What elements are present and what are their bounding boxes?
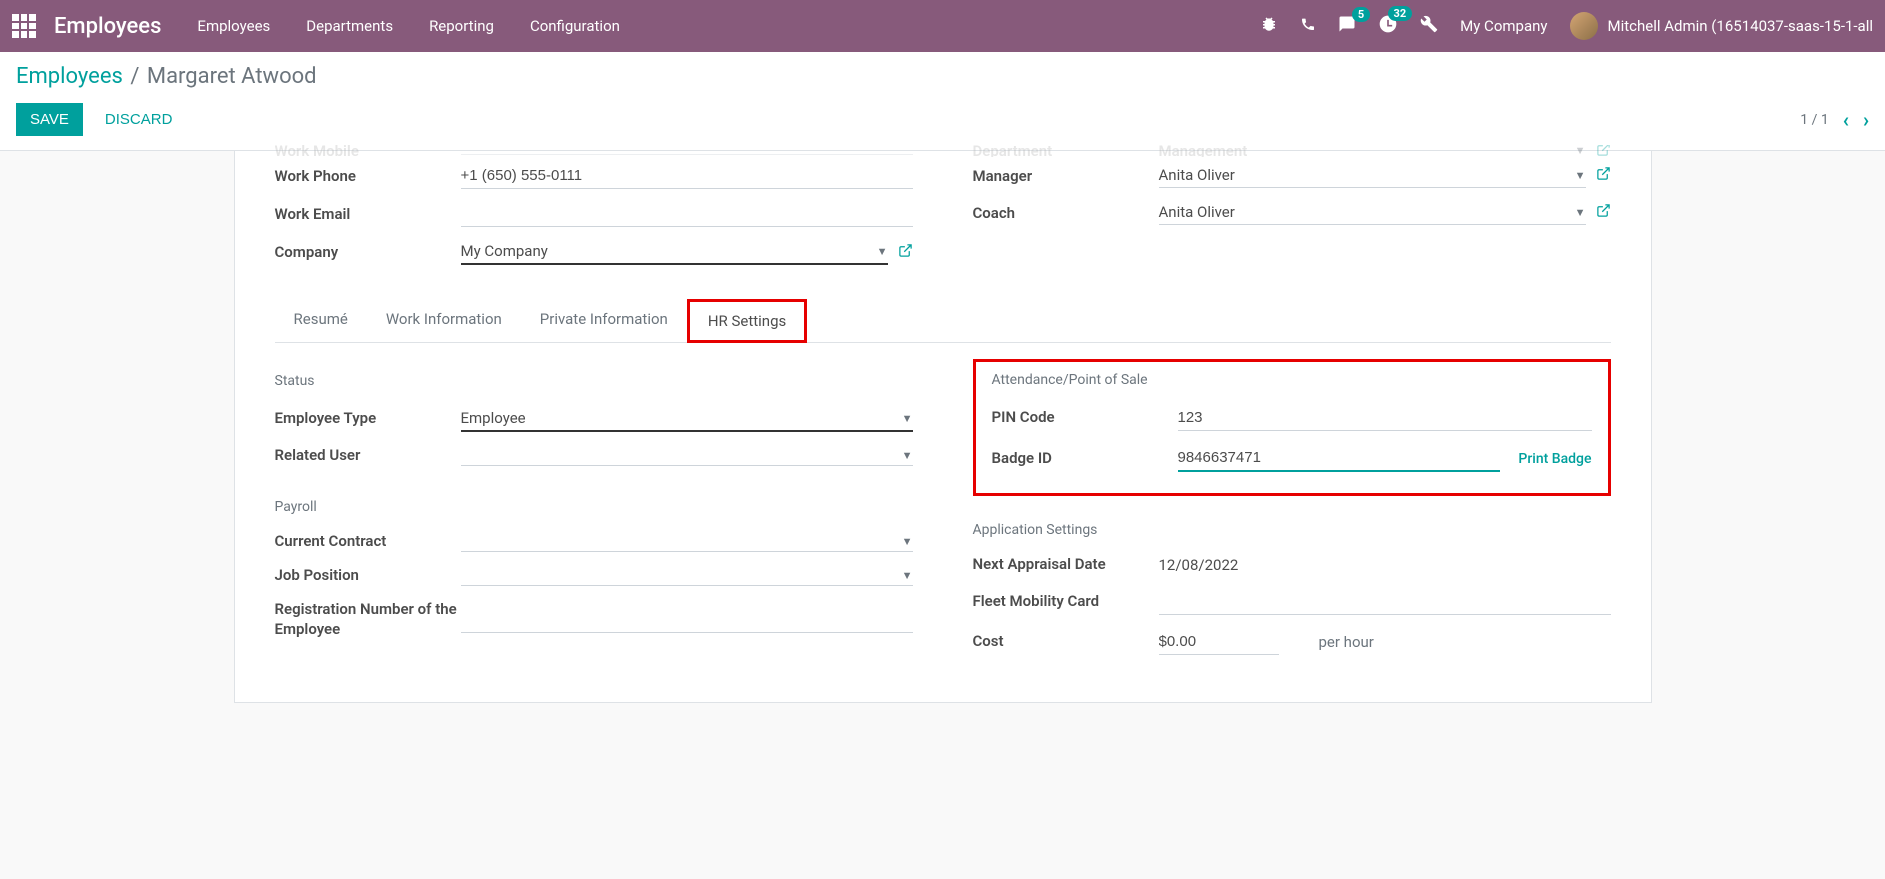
employee-type-select[interactable]: Employee ▼ [461,406,913,432]
nav-reporting[interactable]: Reporting [429,17,494,35]
chevron-down-icon: ▼ [902,449,913,462]
chevron-down-icon: ▼ [902,569,913,582]
current-contract-label: Current Contract [275,532,461,552]
tab-hr-settings[interactable]: HR Settings [687,299,807,343]
user-name: Mitchell Admin (16514037-saas-15-1-all [1608,17,1874,35]
next-appraisal-label: Next Appraisal Date [973,555,1159,575]
app-settings-section-title: Application Settings [973,522,1611,538]
badge-id-input[interactable] [1178,445,1501,472]
attendance-section-title: Attendance/Point of Sale [992,372,1592,388]
payroll-section-title: Payroll [275,499,913,515]
coach-value: Anita Oliver [1159,203,1235,221]
work-phone-label: Work Phone [275,167,461,185]
chevron-down-icon: ▼ [902,535,913,548]
cost-unit: per hour [1319,633,1374,651]
work-phone-input[interactable] [461,163,913,189]
manager-label: Manager [973,167,1159,185]
activity-badge: 32 [1388,6,1413,21]
nav-configuration[interactable]: Configuration [530,17,620,35]
company-select[interactable]: My Company ▼ [461,239,888,265]
fleet-card-input[interactable] [1159,589,1611,615]
apps-icon[interactable] [12,14,36,38]
job-position-select[interactable]: ▼ [461,566,913,586]
cost-label: Cost [973,632,1159,652]
work-mobile-label: Work Mobile [275,145,461,157]
coach-label: Coach [973,204,1159,222]
breadcrumb-root[interactable]: Employees [16,64,123,89]
breadcrumb: Employees / Margaret Atwood [16,64,1869,89]
nav-employees[interactable]: Employees [197,17,270,35]
registration-number-label: Registration Number of the Employee [275,600,461,639]
external-link-icon[interactable] [1596,145,1611,157]
pager-next[interactable]: › [1863,108,1869,132]
manager-select[interactable]: Anita Oliver ▼ [1159,163,1586,188]
employee-type-label: Employee Type [275,409,461,429]
avatar [1570,12,1598,40]
breadcrumb-current: Margaret Atwood [147,64,317,89]
discard-button[interactable]: DISCARD [91,103,187,136]
tab-resume[interactable]: Resumé [275,299,367,342]
chevron-down-icon: ▼ [902,412,913,425]
attendance-highlight-box: Attendance/Point of Sale PIN Code Badge … [973,359,1611,496]
external-link-icon[interactable] [1596,203,1611,222]
current-contract-select[interactable]: ▼ [461,532,913,552]
next-appraisal-value: 12/08/2022 [1159,556,1239,574]
phone-icon[interactable] [1300,16,1316,36]
chevron-down-icon: ▼ [1575,169,1586,182]
tab-work-information[interactable]: Work Information [367,299,521,342]
company-selector[interactable]: My Company [1460,17,1547,35]
pin-code-label: PIN Code [992,408,1178,428]
coach-select[interactable]: Anita Oliver ▼ [1159,200,1586,225]
chevron-down-icon: ▼ [877,245,888,258]
save-button[interactable]: SAVE [16,103,83,136]
user-menu[interactable]: Mitchell Admin (16514037-saas-15-1-all [1570,12,1874,40]
nav-departments[interactable]: Departments [306,17,393,35]
manager-value: Anita Oliver [1159,166,1235,184]
company-label: Company [275,243,461,261]
activity-icon[interactable]: 32 [1378,14,1398,38]
external-link-icon[interactable] [898,243,913,262]
work-email-label: Work Email [275,205,461,223]
status-section-title: Status [275,373,913,389]
department-value: Management [1159,145,1248,157]
job-position-label: Job Position [275,566,461,586]
tab-private-information[interactable]: Private Information [521,299,687,342]
cost-input[interactable] [1159,629,1279,655]
department-label: Department [973,145,1159,157]
tools-icon[interactable] [1420,15,1438,37]
employee-type-value: Employee [461,409,526,427]
pager-text: 1 / 1 [1800,112,1828,128]
company-value: My Company [461,242,548,260]
fleet-card-label: Fleet Mobility Card [973,592,1159,612]
related-user-label: Related User [275,446,461,466]
related-user-select[interactable]: ▼ [461,446,913,466]
brand-title: Employees [54,14,161,39]
print-badge-button[interactable]: Print Badge [1518,451,1591,467]
bug-icon[interactable] [1260,15,1278,37]
work-email-input[interactable] [461,201,913,227]
chevron-down-icon: ▼ [1575,206,1586,219]
pager-prev[interactable]: ‹ [1843,108,1849,132]
badge-id-label: Badge ID [992,449,1178,469]
messages-icon[interactable]: 5 [1338,15,1356,37]
pin-code-input[interactable] [1178,405,1592,431]
registration-number-input[interactable] [461,607,913,633]
messages-badge: 5 [1352,7,1370,22]
external-link-icon[interactable] [1596,166,1611,185]
